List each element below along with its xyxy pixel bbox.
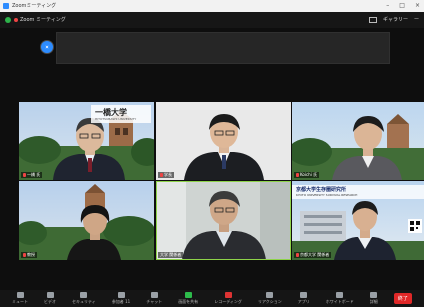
security-shield-icon[interactable] [5,17,11,23]
participants-icon [117,292,125,298]
apps-label: アプリ [297,299,310,304]
maximize-button[interactable]: □ [399,0,405,12]
mute-label: ミュート [12,299,28,304]
apps-button[interactable]: アプリ [298,292,310,305]
view-controls: ギャラリー ー [368,12,419,28]
participant-name-1: 一橋 氏 [21,172,43,178]
participant-name-6: 京都大学 関係者 [294,252,332,258]
whiteboard-icon [336,292,344,298]
video-feed-3 [292,102,424,180]
participant-name-text-1: 一橋 氏 [27,172,41,177]
zoom-app-icon [3,3,9,9]
whiteboard-button[interactable]: ホワイトボード [326,292,354,305]
minimize-button[interactable]: – [386,0,389,12]
participant-name-text-2: 学長 [164,172,172,177]
reaction-icon [266,292,274,298]
record-button[interactable]: レコーディング [214,292,242,305]
reaction-label: リアクション [257,299,282,304]
meeting-toolbar: ミュート ビデオ セキュリティ 参加者 11 チャット 画面を共有 レコーディン… [0,290,424,307]
reaction-button[interactable]: リアクション [258,292,282,305]
institute-banner-subtext: KYOTO UNIVERSITY SURVIVAL RESEARCH [296,193,358,197]
fullscreen-button[interactable]: ー [414,12,419,28]
mic-muted-icon [23,173,26,177]
chat-label: チャット [146,299,163,304]
participant-panel-toggle-icon[interactable] [41,41,53,53]
security-button[interactable]: セキュリティ [72,292,96,305]
more-icon [370,292,378,298]
record-label: レコーディング [214,299,242,304]
video-stage: 一橋大学 HITOTSUBASHI UNIVERSITY 一橋 氏 学長 Koi… [0,28,424,290]
recording-dot-icon [14,18,18,22]
participant-name-text-6: 京都大学 関係者 [300,252,330,257]
meeting-label: Zoom ミーティング [20,17,66,23]
participant-tile-3[interactable]: Koichi 氏 [292,102,424,180]
share-screen-icon [184,292,192,298]
share-screen-label: 画面を共有 [178,299,199,304]
end-meeting-button[interactable]: 終了 [393,293,412,304]
window-controls: – □ × [386,0,420,12]
shared-screen-strip [56,32,390,64]
video-button[interactable]: ビデオ [44,292,56,305]
mic-icon [16,292,24,298]
view-label[interactable]: ギャラリー [383,12,408,28]
apps-icon [300,292,308,298]
participant-tile-5-active-speaker[interactable]: 大学 関係者 [156,181,291,260]
shield-icon [80,292,88,298]
participant-tile-6[interactable]: 京都大学生存圏研究所 KYOTO UNIVERSITY SURVIVAL RES… [292,181,424,260]
gallery-view-icon[interactable] [368,17,377,23]
mic-muted-icon [296,173,299,177]
mic-muted-icon [23,253,26,257]
chat-icon [150,292,158,298]
participant-name-text-3: Koichi 氏 [300,172,318,177]
mute-button[interactable]: ミュート [12,292,28,305]
participant-name-5: 大学 関係者 [158,252,184,258]
participant-name-text-4: 教授 [27,252,35,257]
university-logo-subtext: HITOTSUBASHI UNIVERSITY [95,117,137,121]
university-logo: 一橋大学 HITOTSUBASHI UNIVERSITY [91,105,151,123]
institute-banner: 京都大学生存圏研究所 KYOTO UNIVERSITY SURVIVAL RES… [292,185,424,199]
share-screen-button[interactable]: 画面を共有 [178,292,198,305]
participant-tile-1[interactable]: 一橋大学 HITOTSUBASHI UNIVERSITY 一橋 氏 [19,102,154,180]
video-icon [46,292,54,298]
whiteboard-label: ホワイトボード [325,299,354,304]
mic-muted-icon [296,253,299,257]
more-button[interactable]: 詳細 [370,292,378,305]
video-label: ビデオ [44,299,57,304]
window-titlebar: Zoomミーティング – □ × [0,0,424,12]
meeting-info-bar: Zoom ミーティング ギャラリー ー [0,12,424,28]
more-label: 詳細 [369,299,378,304]
participants-button[interactable]: 参加者 11 [112,292,130,305]
record-icon [224,292,232,298]
window-title: Zoomミーティング [12,3,57,9]
video-feed-2 [156,102,291,180]
participant-name-3: Koichi 氏 [294,172,320,178]
chat-button[interactable]: チャット [146,292,162,305]
participant-name-text-5: 大学 関係者 [160,252,182,257]
participant-tile-2[interactable]: 学長 [156,102,291,180]
institute-banner-text: 京都大学生存圏研究所 [296,187,347,193]
close-button[interactable]: × [415,0,420,12]
participant-name-4: 教授 [21,252,37,258]
video-feed-5 [156,181,291,260]
participants-label: 参加者 11 [111,299,131,304]
participant-name-2: 学長 [158,172,174,178]
participant-tile-4[interactable]: 教授 [19,181,154,260]
security-label: セキュリティ [72,299,96,304]
video-feed-4 [19,181,154,260]
mic-muted-icon [160,173,163,177]
